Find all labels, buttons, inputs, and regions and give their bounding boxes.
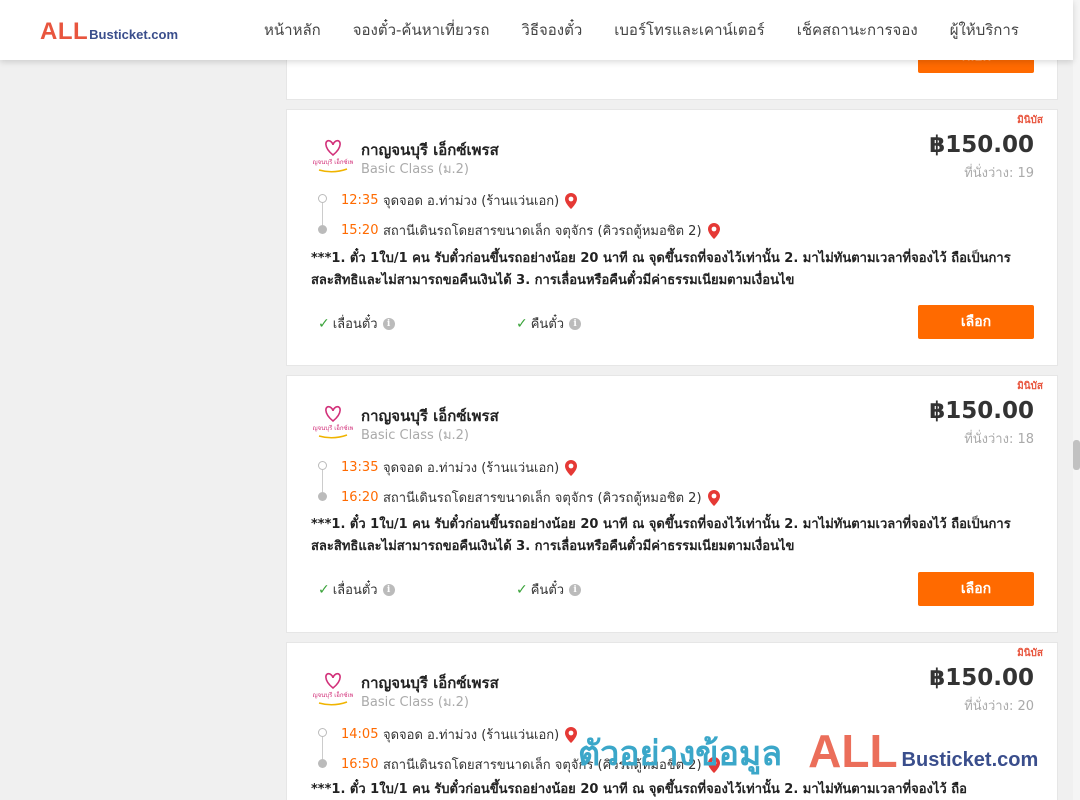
svg-text:กาญจนบุรี เอ็กซ์เพรส: กาญจนบุรี เอ็กซ์เพรส [313,157,353,166]
depart-dot-icon [318,194,327,203]
info-icon[interactable]: i [382,583,395,596]
feature-label: เลื่อนตั๋ว [332,583,378,598]
depart-time: 14:05 [341,727,379,742]
map-pin-icon[interactable] [707,756,720,773]
trip-note: ***1. ตั๋ว 1ใบ/1 คน รับตั๋วก่อนขึ้นรถอย่… [311,782,967,797]
info-icon[interactable]: i [569,583,582,596]
route-line [322,470,323,492]
feature-refund-ticket: ✓ คืนตั๋ว i [516,313,582,334]
map-pin-icon[interactable] [565,726,578,743]
map-pin-icon[interactable] [565,192,578,209]
nav-contact-counter[interactable]: เบอร์โทรและเคาน์เตอร์ [598,18,780,42]
operator-logo-icon: กาญจนบุรี เอ็กซ์เพรส [313,672,353,706]
feature-label: เลื่อนตั๋ว [332,317,378,332]
arrive-place: สถานีเดินรถโดยสารขนาดเล็ก จตุจักร (คิวรถ… [383,491,702,506]
info-icon[interactable]: i [382,317,395,330]
feature-refund-ticket: ✓ คืนตั๋ว i [516,579,582,600]
route-line [322,737,323,759]
arrive-dot-icon [318,759,327,768]
nav-book-search[interactable]: จองตั๋ว-ค้นหาเที่ยวรถ [337,18,506,42]
nav-operators[interactable]: ผู้ให้บริการ [934,18,1035,42]
check-icon: ✓ [516,581,528,598]
bus-class: Basic Class (ม.2) [361,695,469,710]
arrive-dot-icon [318,225,327,234]
check-icon: ✓ [516,315,528,332]
svg-text:กาญจนบุรี เอ็กซ์เพรส: กาญจนบุรี เอ็กซ์เพรส [313,423,353,432]
feature-change-ticket: ✓ เลื่อนตั๋ว i [318,579,395,600]
nav-how-to-book[interactable]: วิธีจองตั๋ว [505,18,598,42]
depart-time: 12:35 [341,193,379,208]
arrive-place: สถานีเดินรถโดยสารขนาดเล็ก จตุจักร (คิวรถ… [383,758,702,773]
depart-place: จุดจอด อ.ท่าม่วง (ร้านแว่นเอก) [383,728,560,743]
operator-logo-icon: กาญจนบุรี เอ็กซ์เพรส [313,405,353,439]
minibus-badge: มินิบัส [1017,115,1043,126]
trip-card: มินิบัส กาญจนบุรี เอ็กซ์เพรส กาญจนบุรี เ… [286,109,1058,366]
site-logo[interactable]: ALL Busticket.com [40,18,179,45]
seats-available: ที่นั่งว่าง: 20 [964,699,1034,714]
arrive-time: 15:20 [341,223,379,238]
ticket-price: ฿150.00 [929,665,1034,691]
feature-label: คืนตั๋ว [530,583,565,598]
arrive-stop: 16:20 สถานีเดินรถโดยสารขนาดเล็ก จตุจักร … [341,487,720,508]
depart-place: จุดจอด อ.ท่าม่วง (ร้านแว่นเอก) [383,194,560,209]
select-button[interactable]: เลือก [918,305,1034,339]
arrive-dot-icon [318,492,327,501]
seats-available: ที่นั่งว่าง: 18 [964,432,1034,447]
site-header: ALL Busticket.com หน้าหลัก จองตั๋ว-ค้นหา… [0,0,1073,60]
info-icon[interactable]: i [569,317,582,330]
depart-stop: 12:35 จุดจอด อ.ท่าม่วง (ร้านแว่นเอก) [341,190,578,211]
depart-time: 13:35 [341,460,379,475]
depart-dot-icon [318,461,327,470]
depart-dot-icon [318,728,327,737]
logo-domain-text: Busticket.com [89,27,179,42]
trip-note: ***1. ตั๋ว 1ใบ/1 คน รับตั๋วก่อนขึ้นรถอย่… [311,517,1011,554]
arrive-stop: 15:20 สถานีเดินรถโดยสารขนาดเล็ก จตุจักร … [341,220,720,241]
nav-check-booking[interactable]: เช็คสถานะการจอง [781,18,934,42]
check-icon: ✓ [318,315,330,332]
map-pin-icon[interactable] [707,222,720,239]
arrive-stop: 16:50 สถานีเดินรถโดยสารขนาดเล็ก จตุจักร … [341,754,720,775]
select-button[interactable]: เลือก [918,572,1034,606]
arrive-time: 16:20 [341,490,379,505]
page-scrollbar[interactable] [1073,0,1080,800]
minibus-badge: มินิบัส [1017,381,1043,392]
ticket-price: ฿150.00 [929,398,1034,424]
bus-class: Basic Class (ม.2) [361,428,469,443]
route-line [322,203,323,225]
logo-all-text: ALL [40,18,89,45]
bus-class: Basic Class (ม.2) [361,162,469,177]
feature-label: คืนตั๋ว [530,317,565,332]
seats-available: ที่นั่งว่าง: 19 [964,166,1034,181]
scrollbar-thumb[interactable] [1073,440,1080,470]
map-pin-icon[interactable] [707,489,720,506]
trip-card: มินิบัส กาญจนบุรี เอ็กซ์เพรส กาญจนบุรี เ… [286,642,1058,800]
check-icon: ✓ [318,581,330,598]
trip-note: ***1. ตั๋ว 1ใบ/1 คน รับตั๋วก่อนขึ้นรถอย่… [311,251,1011,288]
arrive-place: สถานีเดินรถโดยสารขนาดเล็ก จตุจักร (คิวรถ… [383,224,702,239]
minibus-badge: มินิบัส [1017,648,1043,659]
operator-logo-icon: กาญจนบุรี เอ็กซ์เพรส [313,139,353,173]
depart-place: จุดจอด อ.ท่าม่วง (ร้านแว่นเอก) [383,461,560,476]
map-pin-icon[interactable] [565,459,578,476]
depart-stop: 14:05 จุดจอด อ.ท่าม่วง (ร้านแว่นเอก) [341,724,578,745]
feature-change-ticket: ✓ เลื่อนตั๋ว i [318,313,395,334]
arrive-time: 16:50 [341,757,379,772]
trip-card: มินิบัส กาญจนบุรี เอ็กซ์เพรส กาญจนบุรี เ… [286,375,1058,633]
svg-text:กาญจนบุรี เอ็กซ์เพรส: กาญจนบุรี เอ็กซ์เพรส [313,690,353,699]
depart-stop: 13:35 จุดจอด อ.ท่าม่วง (ร้านแว่นเอก) [341,457,578,478]
nav-home[interactable]: หน้าหลัก [248,18,337,42]
main-nav: หน้าหลัก จองตั๋ว-ค้นหาเที่ยวรถ วิธีจองตั… [248,0,1035,60]
ticket-price: ฿150.00 [929,132,1034,158]
